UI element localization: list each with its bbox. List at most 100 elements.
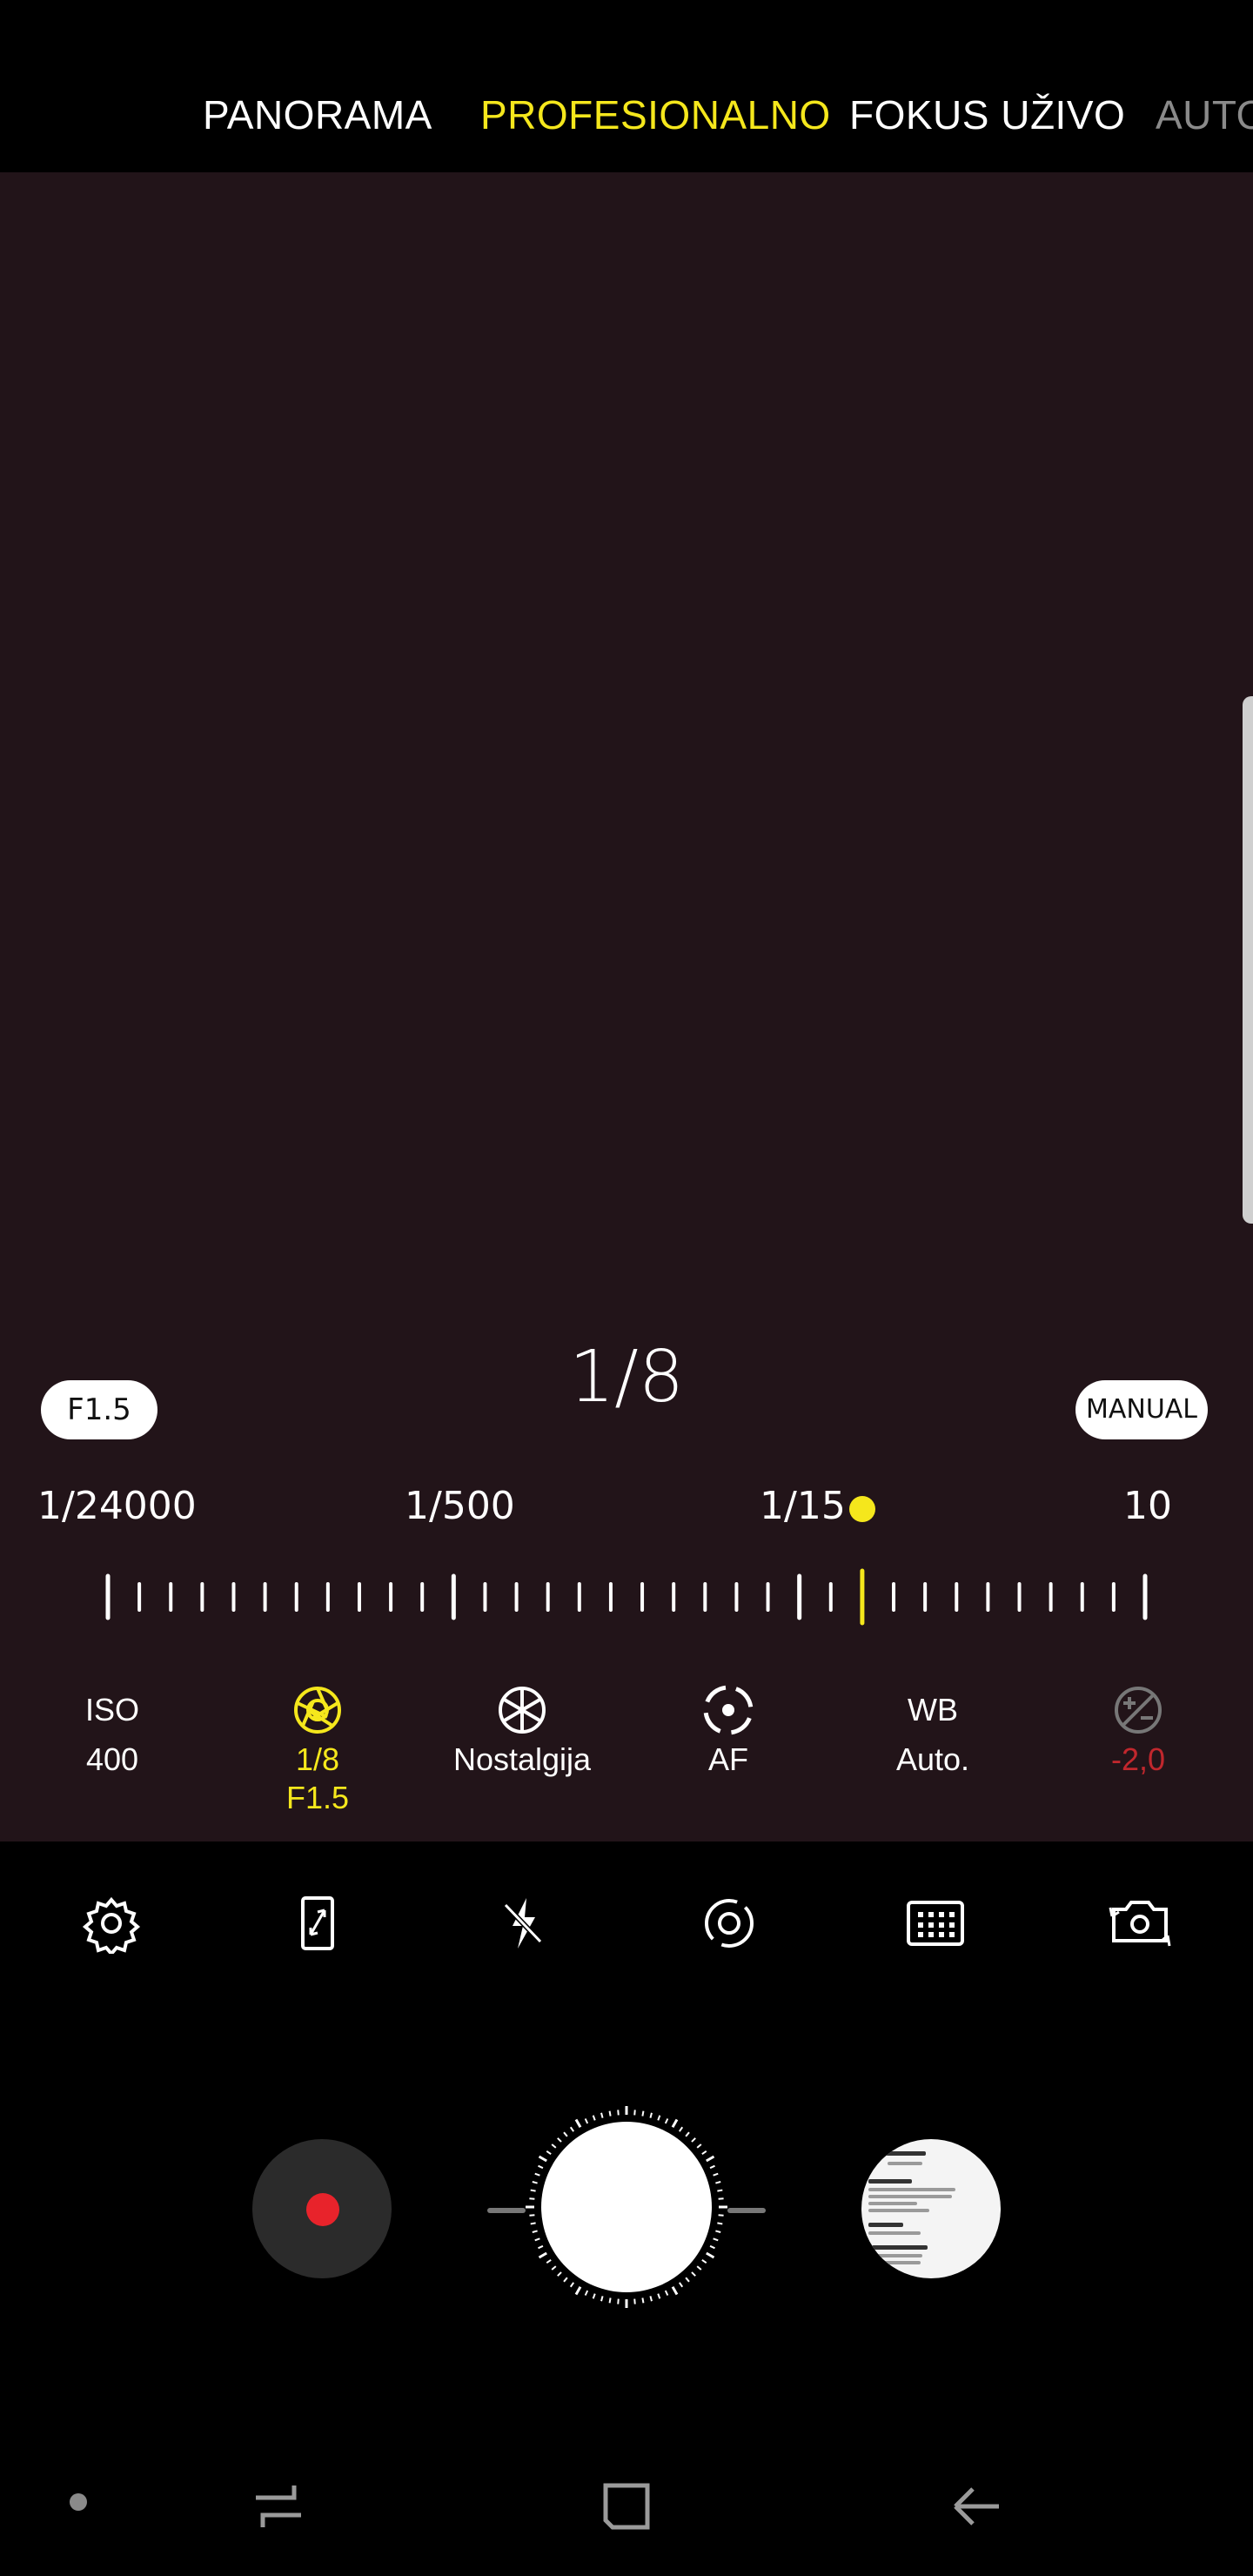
shutter-ring-tick	[530, 2222, 536, 2225]
shutter-ring-tick	[529, 2214, 535, 2217]
shutter-ring-tick	[706, 2155, 715, 2163]
scale-label-min: 1/24000	[37, 1484, 197, 1528]
shutter-ring-tick	[592, 2115, 596, 2121]
focus-value: AF	[707, 1741, 748, 1777]
aspect-ratio-button[interactable]	[270, 1888, 365, 1958]
mode-bar: PANORAMA PROFESIONALNO FOKUS UŽIVO AUTO	[0, 0, 1253, 172]
gallery-thumbnail[interactable]	[861, 2139, 1001, 2278]
shutter-ring-tick	[641, 2298, 645, 2304]
exposure-value: -2,0	[1110, 1741, 1166, 1777]
shutter-ring-tick	[608, 2298, 612, 2304]
shutter-ring-tick	[532, 2181, 538, 2184]
shutter-ring-tick	[713, 2172, 719, 2177]
iso-label: ISO	[84, 1692, 139, 1727]
shutter-ring-tick	[678, 2126, 684, 2132]
metering-icon	[705, 1899, 754, 1948]
filter-value: Nostalgija	[452, 1741, 592, 1777]
shutter-ring-tick	[551, 2265, 557, 2271]
shutter-ring-tick	[557, 2137, 562, 2143]
shutter-ring-tick	[617, 2298, 620, 2304]
shutter-ring-tick	[617, 2110, 620, 2116]
filter-setting[interactable]: Nostalgija	[426, 1680, 618, 1779]
shutter-ring-tick	[717, 2222, 723, 2225]
wb-label: WB	[908, 1692, 958, 1727]
shutter-ring-tick	[657, 2115, 661, 2121]
zoom-indicator-left	[487, 2208, 526, 2213]
shutter-ring-tick	[696, 2143, 702, 2149]
shutter-ring-tick	[600, 2296, 604, 2302]
shutter-ring-tick	[718, 2197, 724, 2200]
switch-camera-button[interactable]	[1094, 1888, 1189, 1958]
shutter-ring-tick	[715, 2230, 721, 2233]
shutter-ring-tick	[649, 2296, 653, 2302]
aspect-ratio-icon	[301, 1896, 334, 1950]
settings-button[interactable]	[64, 1888, 159, 1958]
shutter-ring-tick	[678, 2282, 684, 2288]
shutter-ring-tick	[641, 2110, 645, 2116]
iso-setting[interactable]: ISO 400	[17, 1680, 208, 1779]
shutter-ring-tick	[691, 2271, 696, 2277]
shutter-ring-tick	[633, 2298, 636, 2304]
shutter-ring-tick	[569, 2282, 575, 2288]
shutter-button[interactable]	[541, 2122, 712, 2292]
wb-value: Auto.	[895, 1741, 970, 1777]
shutter-ring-tick	[538, 2164, 544, 2170]
shutter-ring-tick	[538, 2155, 547, 2163]
shutter-ring-tick	[569, 2126, 575, 2132]
recents-button[interactable]	[244, 2472, 313, 2541]
iso-value: 400	[85, 1741, 139, 1777]
back-button[interactable]	[941, 2472, 1011, 2541]
scale-label-max: 10	[1123, 1484, 1172, 1528]
shutter-ring-tick	[671, 2286, 679, 2296]
shutter-ring-tick	[717, 2189, 723, 2192]
shutter-ring-tick	[701, 2258, 707, 2264]
mode-panorama[interactable]: PANORAMA	[203, 91, 432, 138]
shutter-ring-tick	[563, 2277, 568, 2283]
scale-label-500: 1/500	[405, 1484, 515, 1528]
manual-mode-pill[interactable]: MANUAL	[1075, 1380, 1208, 1439]
mode-auto[interactable]: AUTO	[1156, 91, 1253, 138]
shutter-ring-tick	[563, 2131, 568, 2137]
shutter-ring-tick	[600, 2112, 604, 2118]
shutter-ring-tick	[715, 2181, 721, 2184]
flash-button[interactable]	[475, 1888, 571, 1958]
back-icon	[954, 2487, 999, 2526]
home-icon	[603, 2483, 650, 2530]
gear-icon	[82, 1896, 141, 1954]
shutter-speed-readout: 1/8	[569, 1336, 684, 1419]
focus-setting[interactable]: AF	[633, 1680, 824, 1779]
exposure-icon	[1115, 1687, 1162, 1734]
grid-icon	[907, 1901, 964, 1946]
shutter-ring-tick	[701, 2150, 707, 2156]
shutter-ring-tick	[538, 2244, 544, 2250]
shutter-ring-tick	[671, 2118, 679, 2128]
shutter-ring-tick	[584, 2290, 589, 2296]
shutter-ring-tick	[574, 2118, 582, 2128]
recents-icon	[256, 2485, 301, 2527]
shutter-ring-tick	[709, 2164, 715, 2170]
shutter-setting[interactable]: 1/8 F1.5	[222, 1680, 413, 1817]
flash-off-icon	[503, 1898, 543, 1949]
home-button[interactable]	[592, 2472, 661, 2541]
aperture-pill[interactable]: F1.5	[41, 1380, 157, 1439]
mode-professional[interactable]: PROFESIONALNO	[480, 91, 831, 138]
shutter-ring-tick	[551, 2143, 557, 2149]
shutter-speed-ruler[interactable]	[0, 1558, 1253, 1636]
shutter-ring-tick	[534, 2172, 540, 2177]
scale-label-15: 1/15	[760, 1484, 846, 1528]
exposure-setting[interactable]: -2,0	[1042, 1680, 1234, 1779]
current-value-dot-icon	[849, 1496, 875, 1522]
metering-button[interactable]	[681, 1888, 777, 1958]
edge-panel-handle[interactable]	[1243, 696, 1253, 1224]
grid-button[interactable]	[888, 1888, 983, 1958]
shutter-ring-tick	[532, 2230, 538, 2233]
shutter-ring-tick	[696, 2265, 702, 2271]
aperture-value: F1.5	[285, 1780, 350, 1815]
shutter-ring-tick	[709, 2244, 715, 2250]
shutter-ring-tick	[664, 2118, 669, 2124]
shutter-ring-tick	[608, 2110, 612, 2116]
mode-live-focus[interactable]: FOKUS UŽIVO	[849, 91, 1125, 138]
shutter-ring-tick	[584, 2118, 589, 2124]
shutter-ring-tick	[633, 2110, 636, 2116]
white-balance-setting[interactable]: WB Auto.	[837, 1680, 1029, 1779]
